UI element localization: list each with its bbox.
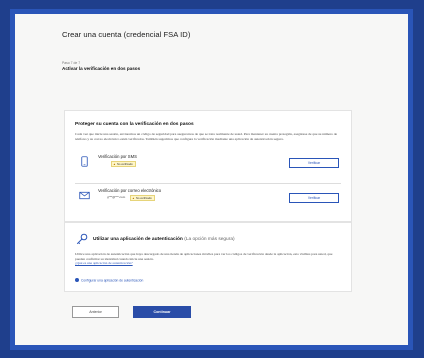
two-step-heading: Proteger su cuenta con la verificación e… bbox=[75, 122, 194, 127]
email-label: Verificación por correo electrónico bbox=[98, 188, 162, 193]
auth-app-title: Utilizar una aplicación de autenticación bbox=[93, 237, 183, 242]
verify-email-button[interactable]: Verificar bbox=[289, 193, 339, 203]
key-icon bbox=[76, 233, 88, 245]
auth-app-text: Utilice una aplicación de autenticación … bbox=[75, 252, 333, 261]
two-step-description: Cada vez que inicie una sesión, enviarem… bbox=[75, 132, 338, 141]
header-section: Crear una cuenta (credencial FSA ID) Pas… bbox=[62, 30, 362, 71]
step-indicator: Paso 7 de 7 bbox=[62, 61, 81, 65]
sms-label: Verificación por SMS bbox=[98, 154, 137, 159]
envelope-icon bbox=[79, 191, 90, 200]
configure-auth-app-label: Configurar una aplicación de autenticaci… bbox=[81, 278, 144, 283]
auth-app-description: Utilice una aplicación de autenticación … bbox=[75, 252, 339, 266]
two-step-card: Proteger su cuenta con la verificación e… bbox=[64, 110, 352, 222]
auth-app-card: Utilizar una aplicación de autenticación… bbox=[64, 222, 352, 292]
auth-app-heading: Utilizar una aplicación de autenticación… bbox=[93, 237, 235, 242]
email-option: Verificación por correo electrónico g***… bbox=[75, 183, 341, 211]
page-title: Crear una cuenta (credencial FSA ID) bbox=[62, 30, 191, 39]
plus-circle-icon bbox=[75, 278, 79, 282]
sms-option: Verificación por SMS No verificado Verif… bbox=[75, 150, 341, 178]
auth-app-info-link[interactable]: ¿Qué es una aplicación de autenticación? bbox=[75, 261, 133, 265]
step-title: Activar la verificación en dos pasos bbox=[62, 66, 141, 71]
phone-icon bbox=[81, 156, 88, 167]
continue-button[interactable]: Continuar bbox=[133, 306, 191, 318]
auth-app-note: (La opción más segura) bbox=[184, 237, 235, 242]
sms-status-badge: No verificado bbox=[111, 161, 136, 168]
back-button[interactable]: Anterior bbox=[72, 306, 119, 318]
configure-auth-app-link[interactable]: Configurar una aplicación de autenticaci… bbox=[75, 278, 143, 282]
email-value: g***@***.com bbox=[107, 195, 126, 199]
email-status-badge: No verificado bbox=[130, 195, 155, 202]
verify-sms-button[interactable]: Verificar bbox=[289, 158, 339, 168]
